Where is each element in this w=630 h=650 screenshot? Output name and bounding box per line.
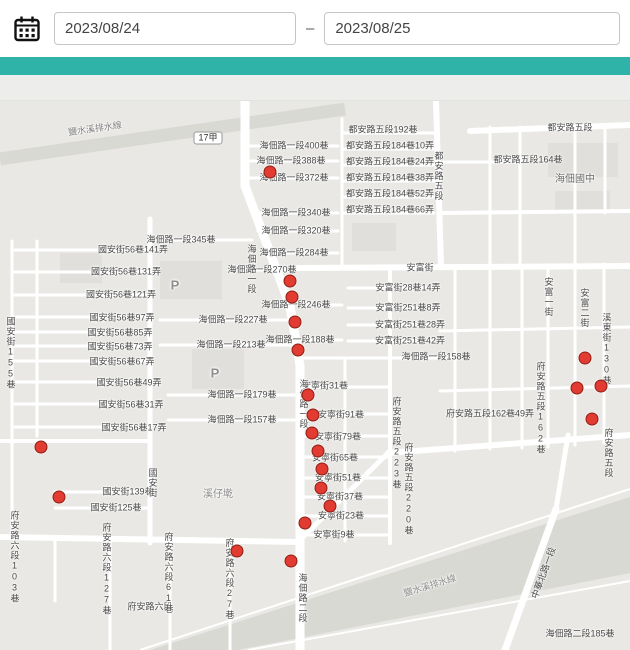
building <box>60 253 102 283</box>
map-marker[interactable] <box>284 275 297 288</box>
map-marker[interactable] <box>306 427 319 440</box>
map-marker[interactable] <box>53 491 66 504</box>
map-marker[interactable] <box>231 545 244 558</box>
map-canvas[interactable]: 鹽水溪排水線17甲海佃路一段400巷海佃路一段388巷海佃路一段372巷海佃路一… <box>0 101 630 650</box>
date-toolbar: – <box>0 0 630 57</box>
map-marker[interactable] <box>571 382 584 395</box>
map-marker[interactable] <box>595 380 608 393</box>
date-range-separator: – <box>306 20 314 37</box>
map-marker[interactable] <box>292 344 305 357</box>
road <box>245 186 290 306</box>
map-marker[interactable] <box>35 441 48 454</box>
map-marker[interactable] <box>286 291 299 304</box>
road <box>436 101 441 266</box>
road <box>443 211 630 213</box>
building <box>548 143 618 177</box>
map-marker[interactable] <box>264 166 277 179</box>
building <box>192 349 244 389</box>
date-from-input[interactable] <box>54 12 296 45</box>
map-roads <box>0 101 630 650</box>
map-marker[interactable] <box>312 445 325 458</box>
map-marker[interactable] <box>586 413 599 426</box>
date-to-input[interactable] <box>324 12 620 45</box>
accent-bar <box>0 57 630 75</box>
road <box>0 537 298 542</box>
map-marker[interactable] <box>316 463 329 476</box>
map-marker[interactable] <box>324 500 337 513</box>
map-marker[interactable] <box>289 316 302 329</box>
calendar-icon[interactable] <box>10 12 44 46</box>
map-marker[interactable] <box>579 352 592 365</box>
building <box>352 223 396 251</box>
map-marker[interactable] <box>307 409 320 422</box>
road <box>556 435 568 509</box>
calendar-icon-glyph <box>13 15 41 43</box>
road <box>297 266 630 268</box>
sub-bar <box>0 75 630 101</box>
road <box>440 327 630 331</box>
map-marker[interactable] <box>315 482 328 495</box>
building <box>160 261 222 299</box>
map-marker[interactable] <box>285 555 298 568</box>
map-marker[interactable] <box>302 389 315 402</box>
road <box>388 435 630 453</box>
map-marker[interactable] <box>299 517 312 530</box>
canal <box>0 109 345 159</box>
